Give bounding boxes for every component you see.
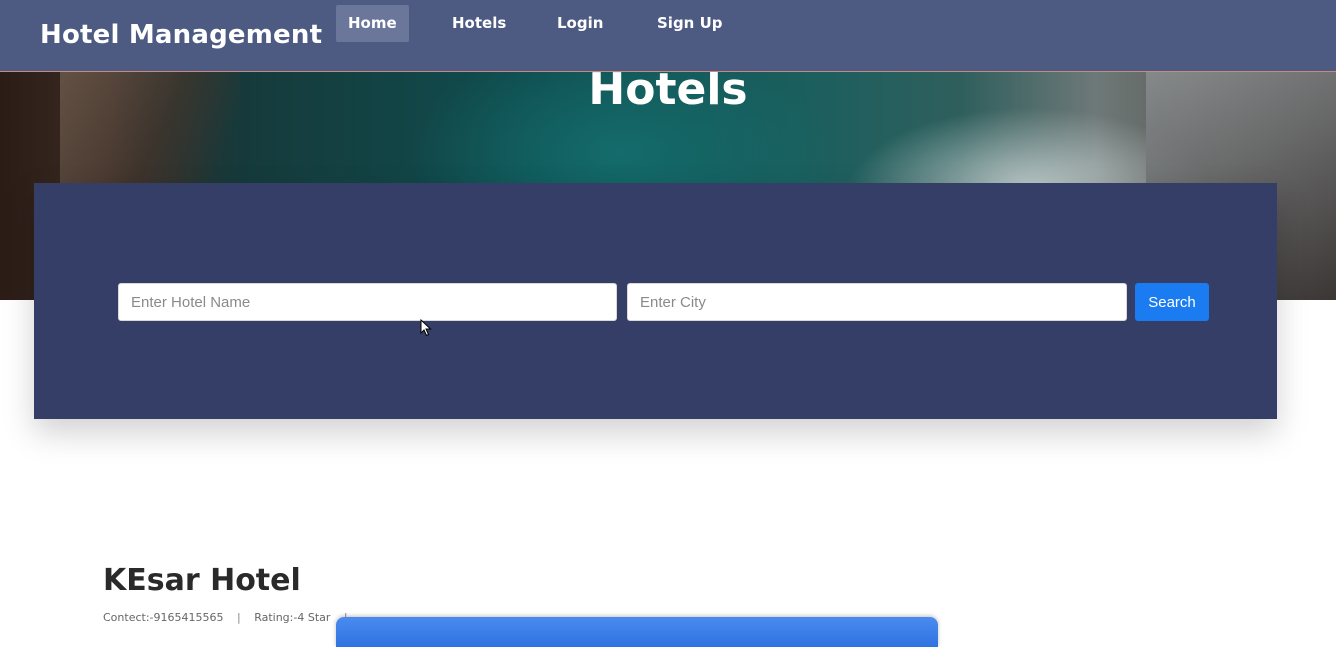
nav-item-hotels[interactable]: Hotels	[440, 5, 518, 42]
hotel-name-input[interactable]	[118, 283, 617, 321]
hotel-rating: Rating:-4 Star	[254, 611, 331, 624]
mouse-pointer-icon	[420, 319, 432, 337]
search-panel: Search	[34, 183, 1277, 419]
brand-title[interactable]: Hotel Management	[40, 20, 322, 50]
nav-item-sign-up[interactable]: Sign Up	[645, 5, 735, 42]
hotel-name-heading: KEsar Hotel	[103, 563, 301, 598]
hero-title: Hotels	[588, 72, 748, 115]
meta-separator: |	[236, 611, 241, 624]
nav-item-home[interactable]: Home	[336, 5, 409, 42]
search-button[interactable]: Search	[1135, 283, 1209, 321]
bottom-overlay-bar[interactable]	[336, 617, 938, 647]
nav-item-login[interactable]: Login	[545, 5, 615, 42]
hotel-meta-row: Contect:-9165415565 | Rating:-4 Star |	[103, 611, 358, 624]
city-input[interactable]	[627, 283, 1127, 321]
top-navbar: Hotel Management Home Hotels Login Sign …	[0, 0, 1336, 72]
hotel-contact: Contect:-9165415565	[103, 611, 224, 624]
